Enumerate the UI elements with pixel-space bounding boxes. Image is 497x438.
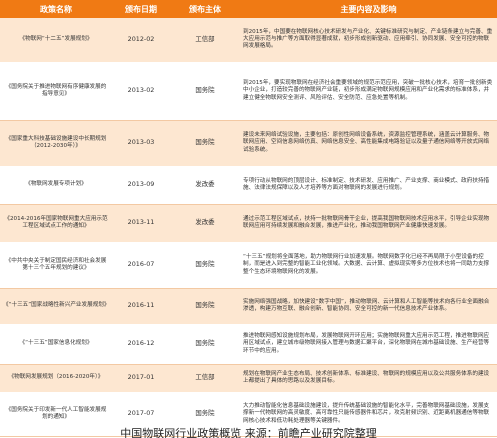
issuer-cell: 国务院 xyxy=(170,288,240,325)
header-issue-date: 颁布日期 xyxy=(112,0,170,18)
table-row: 《2014-2016年国家物联网重大应用示范工程区域试点工作的通知》 2013-… xyxy=(0,204,497,243)
content-cell: “十三五”规划将全面落地，助力物联网行业加速发展。物联网数字化已经不再局限于小型… xyxy=(240,242,497,289)
table-caption: 中国物联网行业政策概览 来源：前瞻产业研究院整理 xyxy=(120,427,377,438)
policy-name-cell: 《物联网“十二五”发展规划》 xyxy=(0,18,112,63)
table-row: 《“十三五”国家战略性新兴产业发展规划》 2016-11 国务院 实施网络强国战… xyxy=(0,288,497,325)
issuer-cell: 发改委 xyxy=(170,204,240,243)
issuer-cell: 国务院 xyxy=(170,120,240,167)
issue-date-cell: 2016-12 xyxy=(112,324,170,365)
issue-date-cell: 2016-11 xyxy=(112,288,170,325)
table-row: 《“十三五”国家信息化规划》 2016-12 国务院 推进物联网感知设施规划布局… xyxy=(0,324,497,365)
issuer-cell: 发改委 xyxy=(170,166,240,205)
issuer-cell: 工信部 xyxy=(170,364,240,393)
issue-date-cell: 2017-01 xyxy=(112,364,170,393)
content-cell: 规划在物联网产业生态布局、技术创新体系、标准建设、物联网的规模应用以及公共服务体… xyxy=(240,364,497,393)
issue-date-cell: 2013-11 xyxy=(112,204,170,243)
issuer-cell: 国务院 xyxy=(170,242,240,289)
content-cell: 实施网络强国战略，加快建设“数字中国”，推动物联网、云计算和人工智能等技术向各行… xyxy=(240,288,497,325)
table-row: 《中共中央关于制定国民经济和社会发展第十三个五年规划的建议》 2016-07 国… xyxy=(0,242,497,289)
policy-name-cell: 《中共中央关于制定国民经济和社会发展第十三个五年规划的建议》 xyxy=(0,242,112,289)
issue-date-cell: 2013-09 xyxy=(112,166,170,205)
issue-date-cell: 2012-02 xyxy=(112,18,170,63)
issuer-cell: 国务院 xyxy=(170,62,240,121)
table-row: 《物联网发展专项计划》 2013-09 发改委 专项行动从物联网的顶层设计、标准… xyxy=(0,166,497,205)
policy-name-cell: 《国家重大科技基础设施建设中长期规划（2012-2030年）》 xyxy=(0,120,112,167)
table-row: 《物联网发展规划（2016-2020年）》 2017-01 工信部 规划在物联网… xyxy=(0,364,497,393)
table-row: 《国务院关于推进物联网有序健康发展的指导意见》 2013-02 国务院 到201… xyxy=(0,62,497,121)
policy-name-cell: 《物联网发展规划（2016-2020年）》 xyxy=(0,364,112,393)
policy-name-cell: 《“十三五”国家战略性新兴产业发展规划》 xyxy=(0,288,112,325)
header-policy-name: 政策名称 xyxy=(0,0,112,18)
content-cell: 建设未来网络试验设施，主要包括：原创性网络设备系统，资源监控管理系统，涵盖云计算… xyxy=(240,120,497,167)
table-row: 《物联网“十二五”发展规划》 2012-02 工信部 到2015年，中国要在物联… xyxy=(0,18,497,63)
content-cell: 推进物联网感知设施规划布局，发展物联网开环应用；实施物联网重大应用示范工程，推进… xyxy=(240,324,497,365)
header-content: 主要内容及影响 xyxy=(240,0,497,18)
policy-table: 政策名称 颁布日期 颁布主体 主要内容及影响 《物联网“十二五”发展规划》 20… xyxy=(0,0,497,437)
content-cell: 通过示范工程区域试点，扶持一批物联网骨干企业，提高我国物联网技术应用水平，引导企… xyxy=(240,204,497,243)
issue-date-cell: 2013-03 xyxy=(112,120,170,167)
issuer-cell: 工信部 xyxy=(170,18,240,63)
content-cell: 到2015年，中国要在物联网核心技术研发与产业化、关键标准研究与制定、产业链条建… xyxy=(240,18,497,63)
issue-date-cell: 2016-07 xyxy=(112,242,170,289)
table-row: 《国家重大科技基础设施建设中长期规划（2012-2030年）》 2013-03 … xyxy=(0,120,497,167)
policy-name-cell: 《国务院关于推进物联网有序健康发展的指导意见》 xyxy=(0,62,112,121)
content-cell: 专项行动从物联网的顶层设计、标准制定、技术研发、应用推广、产业支撑、商业模式、政… xyxy=(240,166,497,205)
issuer-cell: 国务院 xyxy=(170,324,240,365)
issue-date-cell: 2013-02 xyxy=(112,62,170,121)
policy-name-cell: 《“十三五”国家信息化规划》 xyxy=(0,324,112,365)
content-cell: 到2015年，要实现物联网在经济社会重要领域的规范示范应用，突破一批核心技术，培… xyxy=(240,62,497,121)
table-header-row: 政策名称 颁布日期 颁布主体 主要内容及影响 xyxy=(0,0,497,18)
policy-name-cell: 《物联网发展专项计划》 xyxy=(0,166,112,205)
policy-name-cell: 《2014-2016年国家物联网重大应用示范工程区域试点工作的通知》 xyxy=(0,204,112,243)
header-issuer: 颁布主体 xyxy=(170,0,240,18)
